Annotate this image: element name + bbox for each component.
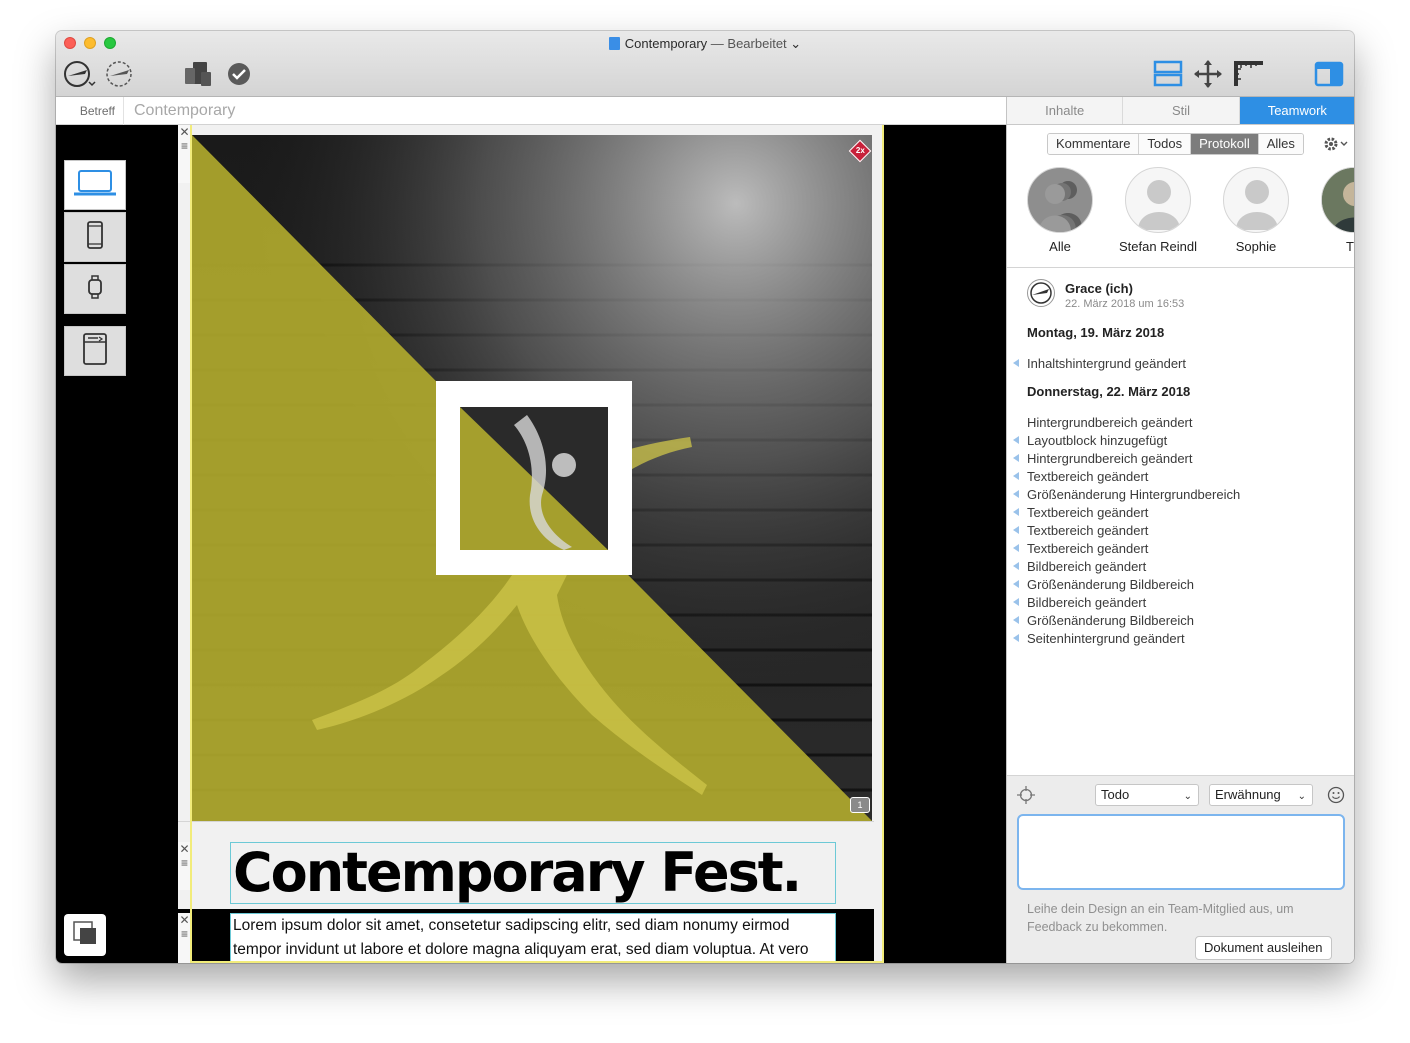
- comment-input[interactable]: [1017, 814, 1345, 890]
- inspector-tabs: Inhalte Stil Teamwork: [1007, 97, 1354, 125]
- filter-alles[interactable]: Alles: [1258, 134, 1303, 154]
- log-entry[interactable]: Textbereich geändert: [1013, 469, 1148, 484]
- log-entry[interactable]: Bildbereich geändert: [1013, 559, 1146, 574]
- sidebar-icon[interactable]: [1312, 59, 1346, 89]
- filter-todos[interactable]: Todos: [1139, 134, 1192, 154]
- user-icon: [1223, 167, 1289, 233]
- ruler-icon[interactable]: [1232, 59, 1266, 89]
- member-name: Till: [1345, 239, 1354, 254]
- design-canvas[interactable]: ✕ ≡ 2x 1 ✕ ≡ Contemporary Fest. ✕ ≡ Lore…: [56, 125, 1006, 963]
- chevron-down-icon: ⌄: [1297, 791, 1306, 802]
- entry-arrow-icon: [1013, 359, 1019, 367]
- layout-icon[interactable]: [1152, 59, 1184, 89]
- log-entry[interactable]: Textbereich geändert: [1013, 505, 1148, 520]
- log-entry[interactable]: Inhaltshintergrund geändert: [1013, 356, 1186, 371]
- send-icon[interactable]: [62, 59, 98, 89]
- receive-icon[interactable]: [102, 59, 138, 89]
- app-window: Contemporary — Bearbeitet ⌄ Betreff Cont…: [56, 31, 1354, 963]
- member-name: Stefan Reindl: [1118, 239, 1198, 254]
- log-entry[interactable]: Textbereich geändert: [1013, 541, 1148, 556]
- log-entry[interactable]: Textbereich geändert: [1013, 523, 1148, 538]
- checkmark-icon[interactable]: [226, 61, 252, 87]
- emoji-icon[interactable]: [1327, 786, 1345, 809]
- entry-arrow-icon: [1013, 598, 1019, 606]
- page-selection-border: [190, 125, 884, 963]
- log-entry[interactable]: Bildbereich geändert: [1013, 595, 1146, 610]
- entry-arrow-icon: [1013, 616, 1019, 624]
- log-day-heading: Montag, 19. März 2018: [1027, 325, 1165, 340]
- document-icon: [608, 37, 620, 50]
- member-sophie[interactable]: Sophie: [1207, 167, 1305, 254]
- entry-arrow-icon: [1013, 544, 1019, 552]
- window-title: Contemporary — Bearbeitet ⌄: [56, 36, 1354, 52]
- team-members: Alle Stefan Reindl Sophie Till: [1017, 167, 1354, 267]
- type-select[interactable]: Todo ⌄: [1095, 784, 1199, 806]
- log-entry[interactable]: Größenänderung Bildbereich: [1013, 577, 1194, 592]
- teamwork-filter: Kommentare Todos Protokoll Alles: [1047, 133, 1304, 155]
- crosshair-icon[interactable]: [1017, 786, 1035, 809]
- device-laptop-button[interactable]: [64, 160, 126, 210]
- title-bar: Contemporary — Bearbeitet ⌄: [56, 31, 1354, 97]
- window-title-text: Contemporary: [624, 36, 708, 51]
- avatar-photo: [1321, 167, 1354, 233]
- log-day-heading: Donnerstag, 22. März 2018: [1027, 384, 1191, 399]
- gear-icon[interactable]: [1323, 135, 1349, 158]
- entry-arrow-icon: [1013, 562, 1019, 570]
- device-phone-button[interactable]: [64, 212, 126, 262]
- log-entry[interactable]: Hintergrundbereich geändert: [1013, 451, 1193, 466]
- mention-select[interactable]: Erwähnung ⌄: [1209, 784, 1313, 806]
- layers-icon: [72, 920, 98, 951]
- group-icon: [1027, 167, 1093, 233]
- log-user-name: Grace (ich): [1065, 281, 1133, 296]
- entry-arrow-icon: [1013, 472, 1019, 480]
- subject-bar: Betreff: [56, 97, 1006, 125]
- entry-arrow-icon: [1013, 454, 1019, 462]
- member-name: Alle: [1049, 239, 1071, 254]
- device-watch-button[interactable]: [64, 264, 126, 314]
- comment-composer: Todo ⌄ Erwähnung ⌄ Leihe dein Design an ei…: [1007, 775, 1354, 963]
- tab-stil[interactable]: Stil: [1123, 97, 1240, 124]
- phone-icon: [85, 220, 105, 255]
- member-till[interactable]: Till: [1305, 167, 1354, 254]
- log-entry[interactable]: Seitenhintergrund geändert: [1013, 631, 1185, 646]
- subject-label: Betreff: [56, 97, 124, 125]
- lend-hint: Leihe dein Design an ein Team-Mitglied a…: [1027, 902, 1294, 934]
- entry-arrow-icon: [1013, 490, 1019, 498]
- divider: [1007, 267, 1354, 268]
- window-status[interactable]: — Bearbeitet: [711, 36, 787, 51]
- tab-teamwork[interactable]: Teamwork: [1239, 97, 1354, 124]
- filter-protokoll[interactable]: Protokoll: [1191, 134, 1259, 154]
- member-stefan[interactable]: Stefan Reindl: [1109, 167, 1207, 254]
- newsletter-icon: [81, 332, 109, 371]
- user-icon: [1125, 167, 1191, 233]
- watch-icon: [85, 274, 105, 305]
- entry-arrow-icon: [1013, 634, 1019, 642]
- log-user-time: 22. März 2018 um 16:53: [1065, 298, 1185, 310]
- entry-arrow-icon: [1013, 580, 1019, 588]
- lend-document-button[interactable]: Dokument ausleihen: [1195, 936, 1332, 960]
- user-avatar-icon: [1027, 279, 1055, 307]
- log-user: Grace (ich) 22. März 2018 um 16:53: [1027, 279, 1347, 315]
- devices-icon[interactable]: [180, 59, 216, 89]
- layers-button[interactable]: [64, 914, 106, 956]
- log-entry[interactable]: Hintergrundbereich geändert: [1027, 415, 1193, 430]
- chevron-down-icon[interactable]: ⌄: [790, 36, 801, 51]
- entry-arrow-icon: [1013, 508, 1019, 516]
- tab-inhalte[interactable]: Inhalte: [1007, 97, 1124, 124]
- inspector-panel: Inhalte Stil Teamwork Kommentare Todos P…: [1006, 97, 1354, 963]
- device-newsletter-button[interactable]: [64, 326, 126, 376]
- entry-arrow-icon: [1013, 436, 1019, 444]
- move-icon[interactable]: [1192, 59, 1224, 89]
- entry-arrow-icon: [1013, 526, 1019, 534]
- log-entry[interactable]: Größenänderung Hintergrundbereich: [1013, 487, 1240, 502]
- member-name: Sophie: [1235, 239, 1277, 254]
- chevron-down-icon: ⌄: [1183, 791, 1192, 802]
- member-all[interactable]: Alle: [1017, 167, 1109, 254]
- log-entry[interactable]: Größenänderung Bildbereich: [1013, 613, 1194, 628]
- log-entry[interactable]: Layoutblock hinzugefügt: [1013, 433, 1167, 448]
- laptop-icon: [73, 169, 117, 202]
- subject-input[interactable]: [134, 97, 934, 125]
- filter-kommentare[interactable]: Kommentare: [1048, 134, 1140, 154]
